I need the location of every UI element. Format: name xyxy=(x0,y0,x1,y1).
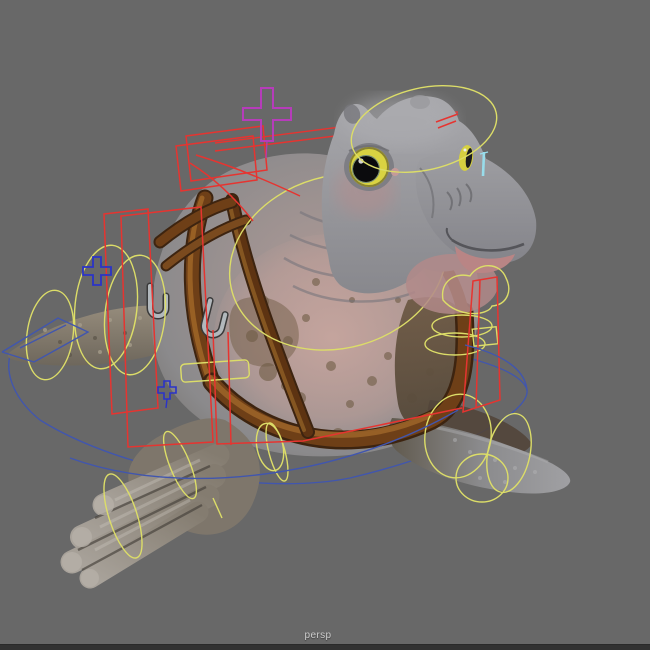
camera-label: persp xyxy=(304,630,332,641)
maya-viewport[interactable]: persp xyxy=(0,0,650,650)
view-gate-bar xyxy=(0,644,650,650)
left-eye[interactable] xyxy=(344,143,394,191)
viewport-canvas[interactable] xyxy=(0,0,650,650)
